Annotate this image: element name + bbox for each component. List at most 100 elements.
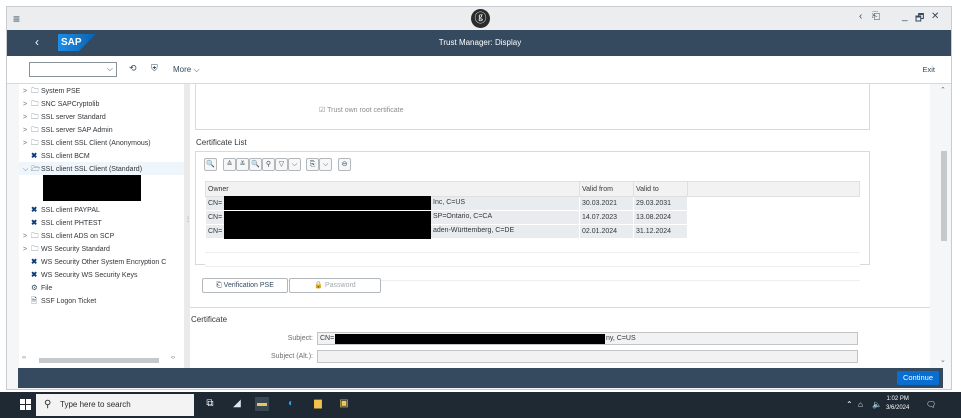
edge-browser-icon[interactable]: ◐ [284,397,298,411]
tree-item[interactable]: > 🗀 SSL client SSL Client (Anonymous) [19,136,184,149]
valid-to-cell[interactable]: 13.08.2024 [633,210,688,225]
owner-cell[interactable]: CN= SP=Ontario, C=CA [205,210,580,225]
back-arrow-icon[interactable]: ‹ [859,11,862,22]
network-icon[interactable]: ⌂ [858,400,863,409]
table-row[interactable]: CN= aden-Württemberg, C=DE 02.01.2024 31.12… [205,224,860,239]
tree-item[interactable]: ✖ WS Security Other System Encryption C [19,255,184,268]
tree-item-label: System PSE [41,88,81,95]
empty-cell [687,238,860,253]
column-header-valid-to[interactable]: Valid to [633,181,688,197]
close-button[interactable]: ✕ [931,11,939,22]
owner-cell[interactable]: CN= aden-Württemberg, C=DE [205,224,580,239]
find-next-icon[interactable]: ⚲ [262,158,275,171]
task-view-icon[interactable]: ⧉ [203,397,217,411]
tree-item[interactable]: > 🗀 System PSE [19,84,184,97]
volume-icon[interactable]: 🔈 [872,400,882,409]
taskbar-clock[interactable]: 1:02 PM 3/6/2024 [886,395,909,413]
command-field[interactable]: ⌵ [29,62,117,77]
valid-from-cell[interactable]: 30.03.2021 [579,196,634,211]
valid-from-cell[interactable]: 14.07.2023 [579,210,634,225]
folder-icon: 🗀 [31,244,39,253]
search-icon: ⚲ [44,399,52,410]
verification-pse-button[interactable]: ⎗ Verification PSE [202,278,288,293]
valid-to-cell[interactable]: 29.03.2031 [633,196,688,211]
table-row[interactable]: CN= Inc, C=US 30.03.2021 29.03.2031 [205,196,860,211]
empty-cell [687,266,860,281]
divider [190,307,930,308]
tree-item[interactable]: 🗎 SSF Logon Ticket [19,294,184,307]
table-row[interactable]: CN= SP=Ontario, C=CA 14.07.2023 13.08.2024 [205,210,860,225]
find-icon[interactable]: 🔍 [249,158,262,171]
x-icon: ✖ [31,218,38,227]
valid-to-cell[interactable]: 31.12.2024 [633,224,688,239]
more-menu-button[interactable]: More ⌵ [173,65,200,75]
sap-logon-taskbar-icon[interactable]: ▬ [255,397,269,411]
tree-item[interactable]: > 🗀 SNC SAPCryptolib [19,97,184,110]
continue-button[interactable]: Continue [896,371,939,385]
taskbar-search-box[interactable]: ⚲ Type here to search [36,394,194,416]
tree-item[interactable]: > 🗀 WS Security Standard [19,242,184,255]
tree-item[interactable]: ⚙ File [19,281,184,294]
folder-icon: 🗀 [31,86,39,95]
tree-item[interactable]: > 🗀 SSL client ADS on SCP [19,229,184,242]
windows-start-icon[interactable] [20,399,31,410]
sort-descending-icon[interactable]: ≚ [236,158,249,171]
lock-icon[interactable]: ⎗ [872,11,880,22]
column-header-owner[interactable]: Owner [205,181,580,197]
certificate-list-title: Certificate List [196,138,247,147]
app-icon[interactable]: ◢ [230,397,244,411]
subject-field[interactable]: CN= ny, C=US [317,332,858,345]
display-change-icon[interactable]: ⟲ [129,63,137,74]
filter-dropdown-icon[interactable]: ⌵ [288,158,301,171]
notification-icon[interactable]: 🗨 [926,400,936,409]
hamburger-menu-icon[interactable]: ≡ [13,12,20,26]
tray-overflow-icon[interactable]: ⌃ [846,400,853,409]
shell-bar: ‹ SAP Trust Manager: Display [7,30,951,56]
column-header-valid-from[interactable]: Valid from [579,181,634,197]
folder-open-icon: 🗁 [31,164,41,173]
owner-prefix: CN= [208,200,223,207]
tree-item[interactable]: > 🗀 SSL server Standard [19,110,184,123]
empty-table-row [205,238,860,253]
file-explorer-icon[interactable]: ▆ [311,397,325,411]
scroll-left-icon[interactable]: ‹› [22,355,26,361]
scrollbar-thumb[interactable] [39,358,159,363]
empty-cell [633,238,688,253]
filter-icon[interactable]: ▽ [275,158,288,171]
vertical-scrollbar-thumb[interactable] [941,151,947,241]
empty-cell [579,252,634,267]
scroll-down-icon[interactable]: ⌄ [940,356,946,364]
valid-from-cell[interactable]: 02.01.2024 [579,224,634,239]
tree-item[interactable]: ✖ SSL client BCM [19,149,184,162]
sap-gui-logo-icon: ⓖ [471,9,490,28]
redaction-block [224,196,431,210]
subject-alt-field[interactable] [317,350,858,363]
owner-suffix: Inc, C=US [433,199,466,206]
column-header-empty [687,181,860,197]
chevron-down-icon[interactable]: ⌵ [107,64,113,74]
minimize-button[interactable]: _ [902,11,908,22]
app-window-icon[interactable]: ▣ [337,397,351,411]
tree-horizontal-scrollbar[interactable]: ‹› ‹› [19,355,184,365]
delete-icon[interactable]: ⊖ [338,158,351,171]
scroll-up-icon[interactable]: ⌃ [940,86,946,94]
tree-item[interactable]: ✖ SSL client PHTEST [19,216,184,229]
trust-root-checkbox[interactable]: ☑ Trust own root certificate [319,106,403,114]
sort-ascending-icon[interactable]: ≙ [223,158,236,171]
tree-item[interactable]: ⌵ 🗁SSL client SSL Client (Standard) [19,162,184,175]
tree-item[interactable]: ✖ SSL client PAYPAL [19,203,184,216]
maximize-button[interactable]: 🗗 [915,11,924,28]
tree-item-label: File [41,285,53,292]
scroll-right-icon[interactable]: ‹› [171,355,175,361]
vertical-scrollbar[interactable]: ⌃ ⌄ [930,84,951,369]
pse-icon[interactable]: ⛨ [151,63,158,74]
empty-cell [687,252,860,267]
details-icon[interactable]: 🔍 [204,158,217,171]
footer-bar: Continue [18,368,943,388]
tree-item[interactable]: > 🗀 SSL server SAP Admin [19,123,184,136]
export-dropdown-icon[interactable]: ⌵ [319,158,332,171]
export-icon[interactable]: ⎘ [306,158,319,171]
owner-cell[interactable]: CN= Inc, C=US [205,196,580,211]
exit-button[interactable]: Exit [922,65,935,74]
tree-item[interactable]: ✖ WS Security WS Security Keys [19,268,184,281]
